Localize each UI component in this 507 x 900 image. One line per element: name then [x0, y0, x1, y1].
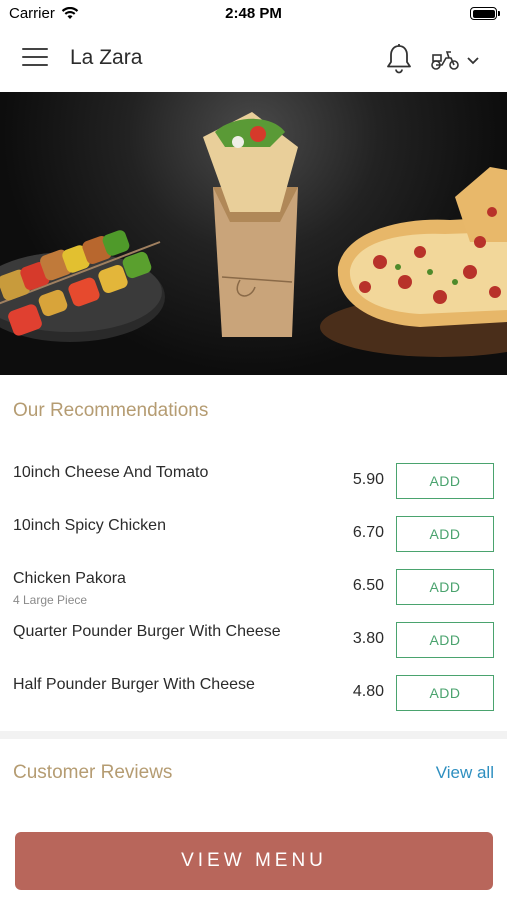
- item-name: Half Pounder Burger With Cheese: [13, 676, 255, 693]
- item-name: 10inch Spicy Chicken: [13, 517, 166, 534]
- recommendations-title: Our Recommendations: [13, 400, 209, 421]
- food-banner-image: [0, 92, 507, 375]
- view-menu-button[interactable]: VIEW MENU: [15, 832, 493, 890]
- list-item: Quarter Pounder Burger With Cheese 3.80 …: [0, 614, 507, 667]
- list-item: Half Pounder Burger With Cheese 4.80 ADD: [0, 667, 507, 720]
- list-item: Chicken Pakora 4 Large Piece 6.50 ADD: [0, 561, 507, 614]
- view-all-link[interactable]: View all: [436, 763, 494, 783]
- delivery-mode-selector[interactable]: [430, 46, 490, 74]
- kebab-plate-image: [0, 230, 165, 342]
- wrap-image: [203, 112, 298, 337]
- item-price: 3.80: [352, 630, 384, 647]
- item-price: 6.50: [352, 577, 384, 594]
- recommendations-list: 10inch Cheese And Tomato 5.90 ADD 10inch…: [0, 455, 507, 720]
- reviews-title: Customer Reviews: [13, 762, 173, 783]
- add-button[interactable]: ADD: [396, 622, 494, 658]
- item-price: 4.80: [352, 683, 384, 700]
- item-name: 10inch Cheese And Tomato: [13, 464, 209, 481]
- scooter-icon: [431, 51, 459, 70]
- add-button[interactable]: ADD: [396, 569, 494, 605]
- battery-icon: [470, 7, 500, 20]
- list-item: 10inch Cheese And Tomato 5.90 ADD: [0, 455, 507, 508]
- item-subtitle: 4 Large Piece: [13, 593, 88, 607]
- add-button[interactable]: ADD: [396, 516, 494, 552]
- status-bar: Carrier 2:48 PM: [0, 0, 507, 28]
- app-header: La Zara: [0, 28, 507, 92]
- add-button[interactable]: ADD: [396, 675, 494, 711]
- page-title: La Zara: [70, 46, 143, 69]
- add-button[interactable]: ADD: [396, 463, 494, 499]
- bell-icon[interactable]: [385, 43, 413, 75]
- item-name: Chicken Pakora: [13, 570, 126, 587]
- pizza-image: [320, 167, 507, 357]
- hamburger-menu-icon[interactable]: [22, 48, 48, 70]
- section-divider: [0, 731, 507, 739]
- item-price: 6.70: [352, 524, 384, 541]
- list-item: 10inch Spicy Chicken 6.70 ADD: [0, 508, 507, 561]
- item-price: 5.90: [352, 471, 384, 488]
- chevron-down-icon: [467, 57, 479, 65]
- item-name: Quarter Pounder Burger With Cheese: [13, 623, 281, 640]
- clock: 2:48 PM: [225, 5, 282, 22]
